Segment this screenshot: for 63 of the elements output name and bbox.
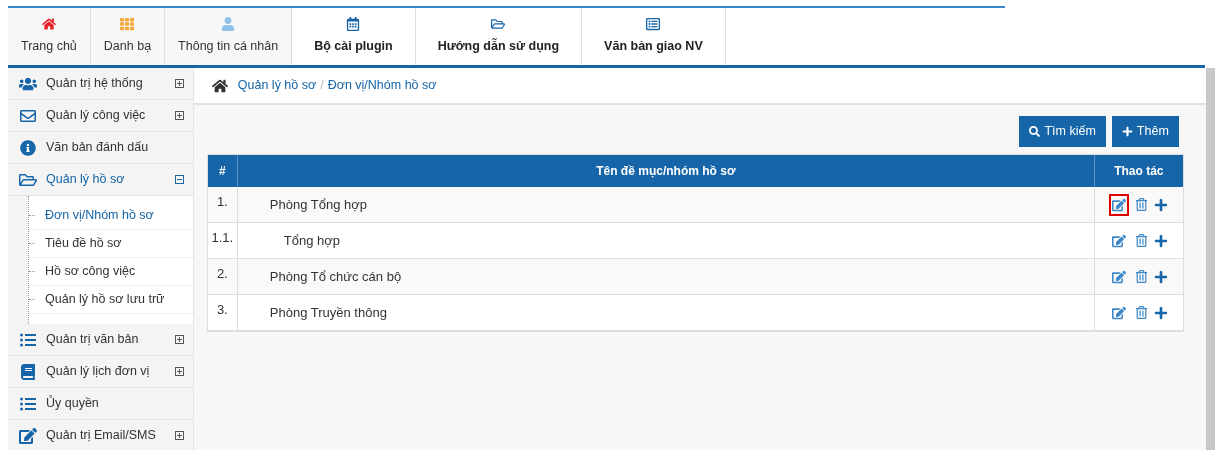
users-icon <box>19 75 37 92</box>
column-header: Thao tác <box>1114 163 1164 180</box>
expand-icon[interactable] <box>174 431 184 440</box>
sidebar-subitem[interactable]: Hồ sơ công việc <box>45 262 136 281</box>
breadcrumb-separator: / <box>320 77 324 95</box>
sidebar-item[interactable]: Quản trị văn bản <box>8 324 193 356</box>
list-icon <box>19 331 37 348</box>
window-icon <box>646 17 661 32</box>
sidebar-item[interactable]: Ủy quyền <box>8 388 193 420</box>
search-icon <box>1029 126 1041 137</box>
list-icon <box>19 395 37 412</box>
column-header: Tên đề mục/nhóm hồ sơ <box>596 163 736 180</box>
book-icon <box>19 363 37 380</box>
sidebar-subitem[interactable]: Quản lý hồ sơ lưu trữ <box>45 290 165 309</box>
delete-icon[interactable] <box>1135 198 1149 211</box>
user-icon <box>221 17 236 32</box>
breadcrumb-link[interactable]: Đơn vị/Nhóm hồ sơ <box>327 76 437 95</box>
expand-icon[interactable] <box>174 335 184 344</box>
table-cell-text: Phòng Tổ chức cán bộ <box>269 267 402 286</box>
delete-icon[interactable] <box>1135 234 1149 247</box>
search-button[interactable]: Tìm kiếm <box>1019 116 1106 147</box>
expand-icon[interactable] <box>174 367 184 376</box>
row-number: 3. <box>216 300 228 319</box>
row-number: 1. <box>216 192 228 211</box>
home-icon <box>41 17 56 32</box>
envelope-icon <box>19 107 37 124</box>
info-icon <box>19 139 37 156</box>
row-number: 2. <box>216 264 228 283</box>
scrollbar-track[interactable] <box>1205 68 1215 450</box>
add-button[interactable]: Thêm <box>1111 116 1179 147</box>
sidebar-subitem[interactable]: Tiêu đề hồ sơ <box>45 234 122 253</box>
collapse-icon[interactable] <box>174 175 184 184</box>
row-number: 1.1. <box>211 228 234 247</box>
folder-icon <box>19 171 37 188</box>
sidebar-item[interactable]: Quản trị hệ thống <box>8 68 193 100</box>
plus-icon <box>1121 126 1133 137</box>
expand-icon[interactable] <box>174 111 184 120</box>
breadcrumb-link[interactable]: Quản lý hồ sơ <box>237 76 317 95</box>
table-cell-text: Phòng Truyền thông <box>269 303 387 322</box>
add-icon[interactable] <box>1154 197 1169 212</box>
column-header: # <box>218 163 226 180</box>
nav-tab[interactable]: Trang chủ <box>8 8 91 65</box>
nav-tab[interactable]: Thông tin cá nhân <box>165 8 293 65</box>
edit-icon <box>19 427 37 444</box>
sidebar-item[interactable]: Quản lý công việc <box>8 100 193 132</box>
sidebar-item[interactable]: Văn bản đánh dấu <box>8 132 193 164</box>
calendar-icon <box>346 17 361 32</box>
delete-icon[interactable] <box>1135 270 1149 283</box>
sidebar-subitem[interactable]: Đơn vị/Nhóm hồ sơ <box>45 206 154 225</box>
expand-icon[interactable] <box>174 79 184 88</box>
folder-icon <box>491 17 506 32</box>
nav-tab[interactable]: Danh bạ <box>90 8 166 65</box>
add-icon[interactable] <box>1154 269 1169 284</box>
edit-button[interactable] <box>1109 193 1130 216</box>
table-cell-text: Tổng hợp <box>283 231 341 250</box>
table-cell-text: Phòng Tổng hợp <box>269 195 367 214</box>
add-icon[interactable] <box>1154 233 1169 248</box>
delete-icon[interactable] <box>1135 306 1149 319</box>
sidebar-item[interactable]: Quản trị Email/SMS <box>8 420 193 450</box>
grid-icon <box>120 17 135 32</box>
home-icon[interactable] <box>211 77 228 94</box>
add-icon[interactable] <box>1154 305 1169 320</box>
sidebar-item[interactable]: Quản lý lịch đơn vị <box>8 356 193 388</box>
